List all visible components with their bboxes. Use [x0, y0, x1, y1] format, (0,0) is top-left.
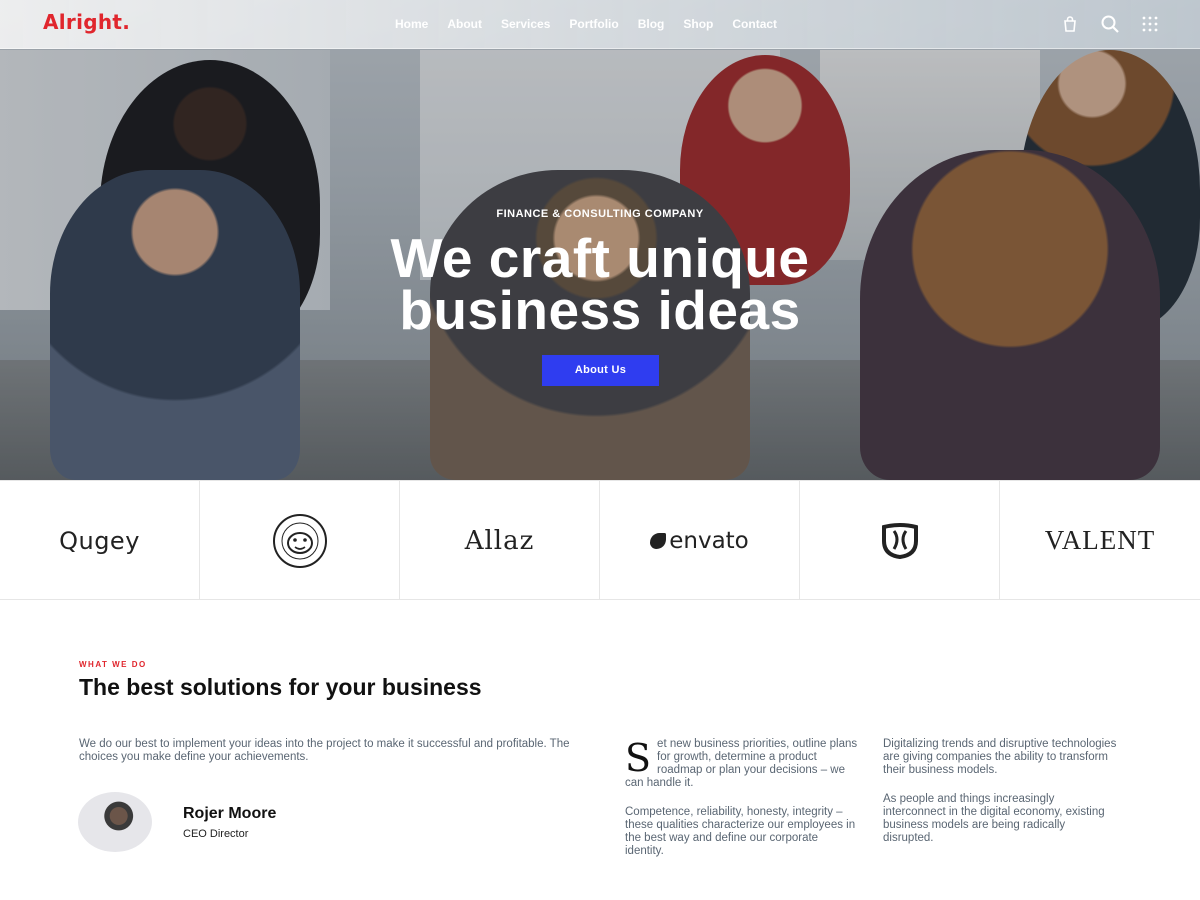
brand-cell[interactable]	[800, 481, 1000, 600]
person-name: Rojer Moore	[183, 805, 277, 822]
text-column-3: Digitalizing trends and disruptive techn…	[883, 738, 1118, 861]
nav-contact[interactable]: Contact	[732, 17, 777, 31]
search-icon[interactable]	[1100, 14, 1120, 34]
hero-title: We craft unique business ideas	[300, 231, 900, 338]
avatar	[78, 792, 152, 852]
brand-valent-logo: VALENT	[1044, 525, 1156, 555]
bulldog-seal-logo	[272, 513, 327, 568]
text-column-2: Set new business priorities, outline pla…	[625, 738, 860, 874]
hero-subtitle: FINANCE & CONSULTING COMPANY	[496, 208, 704, 220]
section-intro: We do our best to implement your ideas i…	[79, 738, 570, 763]
section-title: The best solutions for your business	[79, 674, 482, 700]
shield-mark-logo	[881, 522, 918, 559]
col3-paragraph-1: Digitalizing trends and disruptive techn…	[883, 738, 1117, 776]
brand-cell[interactable]: Qugey	[0, 481, 200, 600]
main-nav: Home About Services Portfolio Blog Shop …	[395, 17, 796, 31]
dropcap: S	[625, 736, 652, 780]
col3-paragraph-2: As people and things increasingly interc…	[883, 793, 1105, 844]
brand-quqey-logo: Qugey	[59, 526, 140, 555]
brand-envato-logo: envato	[669, 527, 749, 554]
brand-cell[interactable]: envato	[600, 481, 800, 600]
hero-title-line2: business ideas	[399, 279, 801, 341]
brand-cell[interactable]	[200, 481, 400, 600]
nav-portfolio[interactable]: Portfolio	[569, 17, 618, 31]
hero-section: FINANCE & CONSULTING COMPANY We craft un…	[0, 0, 1200, 480]
brand-cell[interactable]: VALENT	[1000, 481, 1200, 600]
col2-paragraph-1-text: et new business priorities, outline plan…	[625, 738, 858, 789]
header-icons	[1060, 14, 1160, 34]
col2-paragraph-1: Set new business priorities, outline pla…	[625, 738, 860, 790]
col2-paragraph-2: Competence, reliability, honesty, integr…	[625, 806, 856, 857]
nav-shop[interactable]: Shop	[683, 17, 713, 31]
brand-cell[interactable]: Allaz	[400, 481, 600, 600]
nav-blog[interactable]: Blog	[638, 17, 665, 31]
nav-about[interactable]: About	[447, 17, 482, 31]
bag-icon[interactable]	[1060, 14, 1080, 34]
site-logo[interactable]: Alright.	[43, 10, 130, 34]
site-header: Alright. Home About Services Portfolio B…	[0, 0, 1200, 49]
section-eyebrow: WHAT WE DO	[79, 660, 147, 669]
grid-menu-icon[interactable]	[1140, 14, 1160, 34]
about-us-button[interactable]: About Us	[542, 355, 659, 386]
brand-logos-strip: Qugey Allaz envato VALENT	[0, 480, 1200, 600]
envato-leaf-icon	[650, 532, 667, 549]
nav-services[interactable]: Services	[501, 17, 550, 31]
person-role: CEO Director	[183, 828, 249, 840]
nav-home[interactable]: Home	[395, 17, 428, 31]
brand-allaz-logo: Allaz	[464, 525, 535, 556]
